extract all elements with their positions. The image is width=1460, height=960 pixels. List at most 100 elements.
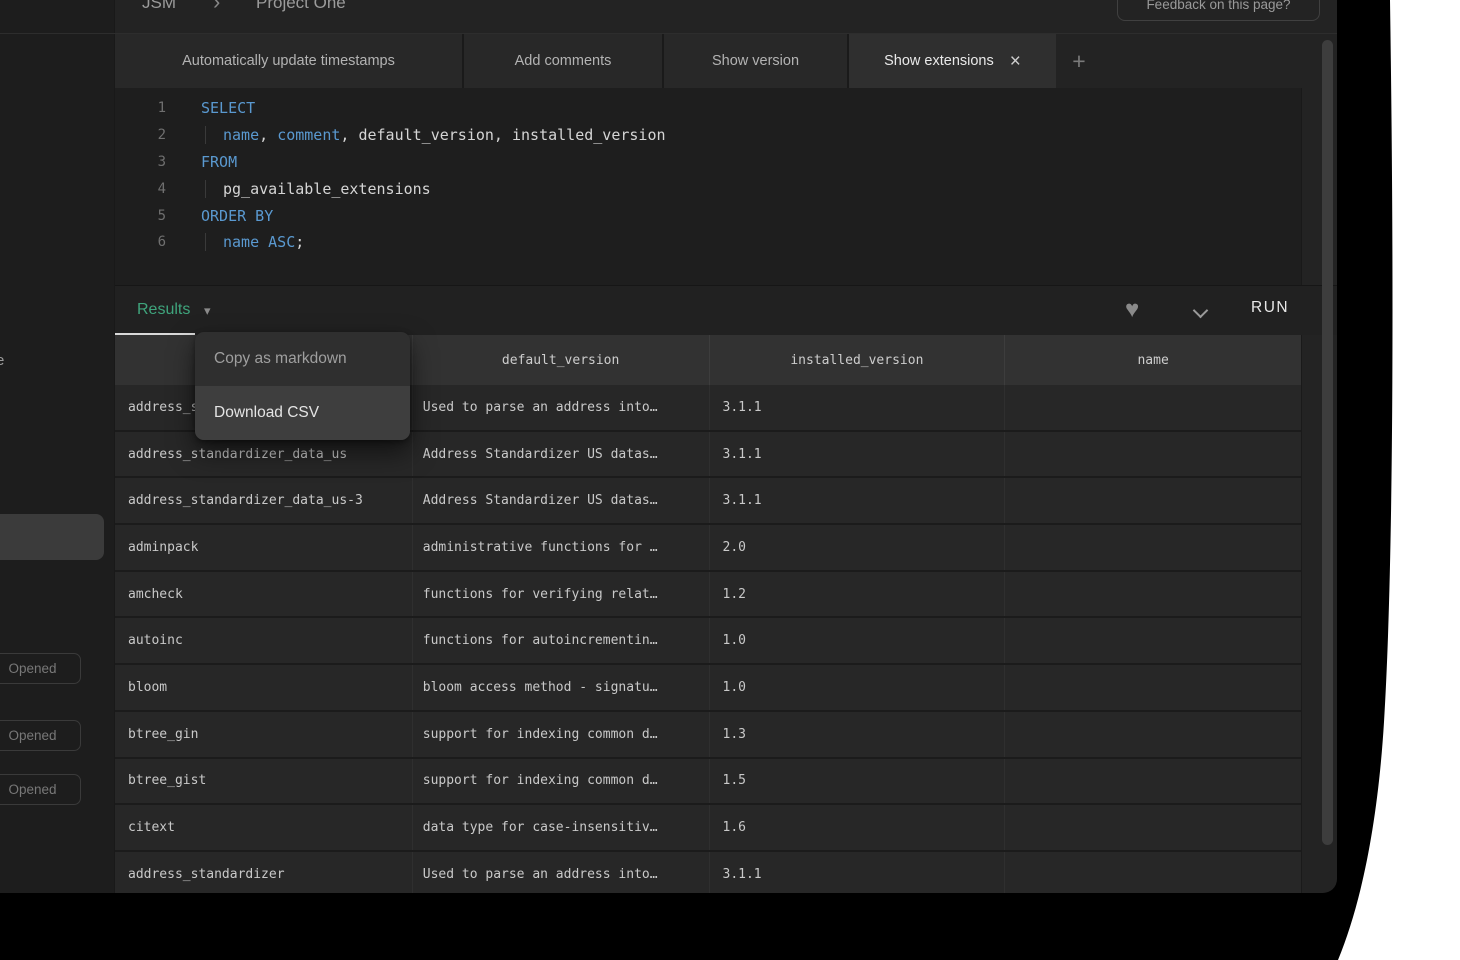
query-tab[interactable]: Show extensions × (849, 34, 1056, 88)
query-tab[interactable]: Add comments × (464, 34, 664, 88)
table-row[interactable]: amcheck functions for verifying relat… 1… (115, 572, 1301, 619)
sidebar-selected-item[interactable] (0, 514, 104, 560)
cell-installed-version (1004, 572, 1301, 617)
code-line: 4 pg_available_extensions (115, 175, 1301, 202)
cell-name: address_standardizer (115, 852, 412, 893)
cell-default-version: 2.0 (709, 525, 1005, 570)
table-column-header[interactable]: default_version (412, 335, 709, 385)
cell-comment: support for indexing common d… (412, 712, 709, 757)
sql-editor[interactable]: 1 SELECT 2 name, comment, default_version, … (115, 88, 1302, 285)
cell-installed-version (1004, 852, 1301, 893)
table-body: address_standardizer-3 Used to parse an … (115, 385, 1301, 893)
close-tab-icon[interactable]: × (1010, 52, 1021, 71)
cell-comment: support for indexing common d… (412, 759, 709, 804)
results-dropdown[interactable]: Results (137, 301, 190, 319)
cell-name: adminpack (115, 525, 412, 570)
table-row[interactable]: bloom bloom access method - signatu… 1.0 (115, 665, 1301, 712)
code-text: ORDER BY (201, 207, 273, 225)
cell-default-version: 1.2 (709, 572, 1005, 617)
tab-label: Show extensions (884, 53, 994, 69)
cell-comment: functions for verifying relat… (412, 572, 709, 617)
breadcrumb-chevron-icon: › (213, 0, 220, 15)
table-row[interactable]: address_standardizer Used to parse an ad… (115, 852, 1301, 893)
code-line: 6 name ASC; (115, 229, 1301, 256)
cell-comment: bloom access method - signatu… (412, 665, 709, 710)
line-number: 4 (115, 181, 166, 197)
breadcrumb-org[interactable]: JSM (142, 0, 176, 13)
code-line: 2 name, comment, default_version, install… (115, 122, 1301, 149)
line-number: 2 (115, 127, 166, 143)
cell-default-version: 3.1.1 (709, 385, 1005, 430)
cell-installed-version (1004, 525, 1301, 570)
cell-comment: functions for autoincrementin… (412, 618, 709, 663)
table-row[interactable]: btree_gin support for indexing common d…… (115, 712, 1301, 759)
code-line: 1 SELECT (115, 95, 1301, 122)
table-row[interactable]: address_standardizer_data_us-3 Address S… (115, 478, 1301, 525)
cell-name: amcheck (115, 572, 412, 617)
favorite-heart-icon[interactable]: ♥ (1125, 296, 1139, 324)
cell-default-version: 1.3 (709, 712, 1005, 757)
status-badge-opened: Opened (0, 653, 81, 684)
table-column-header[interactable]: name (1004, 335, 1301, 385)
code-text: pg_available_extensions (205, 180, 431, 198)
code-lines: 1 SELECT 2 name, comment, default_version, … (115, 95, 1301, 256)
sidebar (0, 0, 115, 893)
cell-name: address_standardizer_data_us-3 (115, 478, 412, 523)
results-bar: Results ▾ ♥ RUN (115, 285, 1337, 335)
context-menu-item[interactable]: Copy as markdown (195, 332, 410, 386)
tab-label: Show version (712, 53, 799, 69)
code-text: SELECT (201, 99, 255, 117)
cell-name: autoinc (115, 618, 412, 663)
tab-bar: Automatically update timestamps × Add co… (115, 34, 1337, 88)
query-tab[interactable]: Automatically update timestamps × (115, 34, 464, 88)
cell-installed-version (1004, 712, 1301, 757)
cell-comment: data type for case-insensitiv… (412, 805, 709, 850)
cell-comment: Address Standardizer US datas… (412, 432, 709, 477)
line-number: 5 (115, 208, 166, 224)
cell-installed-version (1004, 759, 1301, 804)
line-number: 1 (115, 100, 166, 116)
query-tab[interactable]: Show version × (664, 34, 849, 88)
code-text: name, comment, default_version, installe… (205, 126, 666, 144)
context-menu-item[interactable]: Download CSV (195, 386, 410, 440)
cell-default-version: 1.0 (709, 665, 1005, 710)
code-text: name ASC; (205, 233, 304, 251)
breadcrumb-project[interactable]: Project One (256, 0, 346, 13)
cell-installed-version (1004, 385, 1301, 430)
results-active-tab-indicator (115, 333, 195, 335)
table-row[interactable]: autoinc functions for autoincrementin… 1… (115, 618, 1301, 665)
line-number: 6 (115, 234, 166, 250)
cell-default-version: 1.6 (709, 805, 1005, 850)
status-badge-opened: Opened (0, 774, 81, 805)
table-row[interactable]: citext data type for case-insensitiv… 1.… (115, 805, 1301, 852)
cell-default-version: 1.5 (709, 759, 1005, 804)
code-line: 5 ORDER BY (115, 202, 1301, 229)
tab-label: Add comments (515, 53, 612, 69)
cell-comment: Address Standardizer US datas… (412, 478, 709, 523)
cell-installed-version (1004, 478, 1301, 523)
chevron-down-icon[interactable] (1195, 303, 1208, 316)
table-row[interactable]: adminpack administrative functions for …… (115, 525, 1301, 572)
cell-default-version: 3.1.1 (709, 852, 1005, 893)
code-line: 3 FROM (115, 149, 1301, 176)
code-text: FROM (201, 153, 237, 171)
cell-default-version: 3.1.1 (709, 478, 1005, 523)
cell-name: btree_gist (115, 759, 412, 804)
cell-default-version: 3.1.1 (709, 432, 1005, 477)
cell-name: bloom (115, 665, 412, 710)
table-row[interactable]: btree_gist support for indexing common d… (115, 759, 1301, 806)
cell-name: btree_gin (115, 712, 412, 757)
cell-installed-version (1004, 805, 1301, 850)
results-caret-icon[interactable]: ▾ (204, 303, 211, 319)
app-window: e OpenedOpenedOpened JSM › Project One F… (0, 0, 1337, 893)
tab-label: Automatically update timestamps (182, 53, 395, 69)
status-badge-opened: Opened (0, 720, 81, 751)
line-number: 3 (115, 154, 166, 170)
new-tab-button[interactable]: + (1056, 34, 1102, 88)
cell-installed-version (1004, 618, 1301, 663)
table-column-header[interactable]: installed_version (709, 335, 1005, 385)
cell-comment: Used to parse an address into… (412, 385, 709, 430)
results-context-menu: Copy as markdown Download CSV (195, 332, 410, 440)
cell-default-version: 1.0 (709, 618, 1005, 663)
app-content: e OpenedOpenedOpened JSM › Project One F… (0, 0, 1337, 893)
